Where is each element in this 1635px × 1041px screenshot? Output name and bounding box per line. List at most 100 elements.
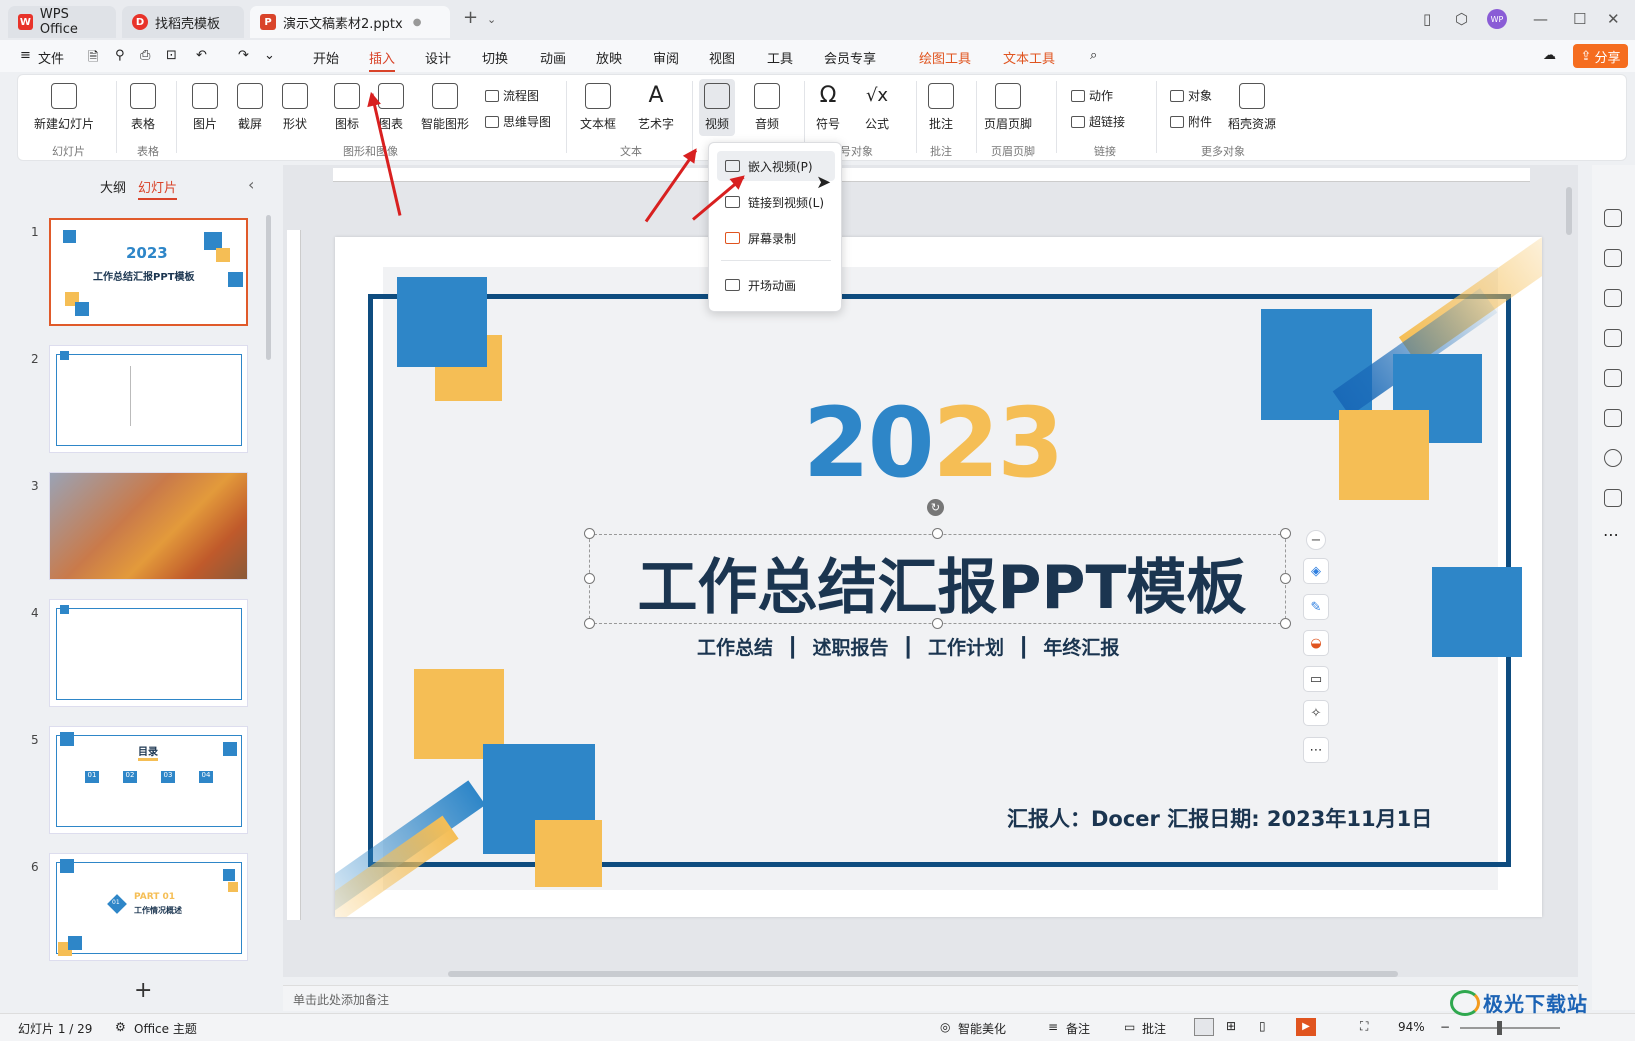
comment-status-button[interactable]: 批注 [1142, 1020, 1166, 1037]
new-slide-button[interactable]: 新建幻灯片 [34, 83, 94, 132]
panel-scrollbar[interactable] [266, 215, 271, 360]
cloud-icon[interactable]: ☁ [1543, 48, 1556, 63]
maximize-icon[interactable]: ☐ [1573, 10, 1586, 28]
menu-tools[interactable]: 工具 [767, 48, 793, 67]
book-icon[interactable] [1604, 409, 1622, 427]
frame-icon[interactable]: ▭ [1303, 666, 1329, 692]
tab-docer[interactable]: D 找稻壳模板 [122, 6, 244, 38]
menu-drawing-tools[interactable]: 绘图工具 [919, 48, 971, 67]
slide-canvas[interactable]: 2023 ↻ 工作总结汇报PPT模板 工作总结 ┃ 述职报告 ┃ 工作计划 ┃ 年终汇报 汇… [335, 237, 1542, 917]
resize-handle[interactable] [584, 618, 595, 629]
object-button[interactable]: 对象 [1170, 87, 1212, 104]
mindmap-button[interactable]: 思维导图 [485, 113, 551, 130]
zoom-out-icon[interactable]: − [1440, 1020, 1450, 1034]
print-icon[interactable]: ⎙ [140, 48, 150, 63]
resize-handle[interactable] [1280, 528, 1291, 539]
table-button[interactable]: 表格 [130, 83, 156, 132]
comment-button[interactable]: 批注 [928, 83, 954, 132]
more-options-icon[interactable]: ⋯ [1303, 737, 1329, 763]
tab-wps-office[interactable]: W WPS Office [8, 6, 116, 38]
slide-thumbnail-1[interactable]: 2023 工作总结汇报PPT模板 [49, 218, 248, 326]
hamburger-icon[interactable]: ≡ [20, 48, 31, 63]
vertical-scrollbar[interactable] [1566, 187, 1572, 235]
grid-view-icon[interactable]: ⊞ [1226, 1019, 1236, 1033]
smart-shape-button[interactable]: 智能图形 [421, 83, 469, 132]
help-icon[interactable] [1604, 449, 1622, 467]
wordart-button[interactable]: A 艺术字 [638, 83, 674, 132]
zoom-slider[interactable] [1460, 1027, 1560, 1029]
more-quick-icon[interactable]: ⌄ [264, 48, 275, 63]
minimize-icon[interactable]: — [1533, 10, 1548, 28]
smart-beautify-button[interactable]: 智能美化 [958, 1020, 1006, 1037]
slides-tab[interactable]: 幻灯片 [138, 177, 178, 200]
chart-button[interactable]: 图表 [378, 83, 404, 132]
menu-insert[interactable]: 插入 [369, 48, 396, 72]
outline-tab[interactable]: 大纲 [100, 177, 126, 196]
flowchart-button[interactable]: 流程图 [485, 87, 539, 104]
menu-review[interactable]: 审阅 [653, 48, 679, 67]
shape-button[interactable]: 形状 [282, 83, 308, 132]
tools-icon[interactable] [1604, 369, 1622, 387]
menu-slideshow[interactable]: 放映 [596, 48, 622, 67]
audio-button[interactable]: 音频 [754, 83, 780, 132]
notes-area[interactable]: 单击此处添加备注 [283, 985, 1578, 1011]
slide-title[interactable]: 工作总结汇报PPT模板 [597, 539, 1287, 626]
slide-thumbnail-2[interactable] [49, 345, 248, 453]
add-slide-button[interactable]: + [134, 978, 152, 1003]
search-icon[interactable]: ⌕ [1090, 48, 1097, 63]
more-icon[interactable]: ⋯ [1603, 525, 1619, 544]
resize-handle[interactable] [584, 573, 595, 584]
tab-list-icon[interactable]: ⌄ [487, 13, 496, 26]
menu-member[interactable]: 会员专享 [824, 48, 876, 67]
play-icon[interactable]: ▶ [1296, 1018, 1316, 1036]
share-button[interactable]: ⇪ 分享 [1573, 44, 1628, 68]
attachment-button[interactable]: 附件 [1170, 113, 1212, 130]
notes-button[interactable]: 备注 [1066, 1020, 1090, 1037]
close-tab-icon[interactable]: ● [413, 17, 422, 28]
preview-icon[interactable]: ⊡ [166, 48, 177, 63]
symbol-button[interactable]: Ω 符号 [815, 83, 841, 132]
star-icon[interactable] [1604, 249, 1622, 267]
screenshot-button[interactable]: 截屏 [237, 83, 263, 132]
menu-design[interactable]: 设计 [425, 48, 451, 67]
resize-handle[interactable] [932, 528, 943, 539]
menu-animation[interactable]: 动画 [540, 48, 566, 67]
horizontal-scrollbar[interactable] [448, 971, 1398, 977]
copy-icon[interactable] [1604, 289, 1622, 307]
undo-icon[interactable]: ↶ [196, 48, 207, 63]
menu-home[interactable]: 开始 [313, 48, 339, 67]
reading-view-icon[interactable]: ▯ [1259, 1019, 1266, 1033]
video-button[interactable]: 视频 [699, 79, 735, 136]
new-tab-button[interactable]: + [463, 7, 478, 28]
menu-transition[interactable]: 切换 [482, 48, 508, 67]
picture-button[interactable]: 图片 [192, 83, 218, 132]
shirt-icon[interactable] [1604, 489, 1622, 507]
share-link-icon[interactable]: ⚲ [115, 48, 125, 63]
formula-button[interactable]: √x 公式 [864, 83, 890, 132]
tab-document[interactable]: P 演示文稿素材2.pptx ● [250, 6, 450, 38]
docer-resources-button[interactable]: 稻壳资源 [1228, 83, 1276, 132]
slide-thumbnail-4[interactable] [49, 599, 248, 707]
icon-button[interactable]: 图标 [334, 83, 360, 132]
close-icon[interactable]: ✕ [1607, 10, 1620, 28]
zoom-level[interactable]: 94% [1398, 1020, 1425, 1034]
opening-animation-item[interactable]: 开场动画 [717, 270, 835, 300]
magic-icon[interactable]: ✧ [1303, 700, 1329, 726]
brush-icon[interactable]: ✎ [1303, 594, 1329, 620]
layers-icon[interactable]: ◈ [1303, 558, 1329, 584]
slide-thumbnail-5[interactable]: 目录 01 02 03 04 [49, 726, 248, 834]
adjust-icon[interactable] [1604, 209, 1622, 227]
hyperlink-button[interactable]: 超链接 [1071, 113, 1125, 130]
fill-icon[interactable]: ◒ [1303, 630, 1329, 656]
menu-view[interactable]: 视图 [709, 48, 735, 67]
collapse-toolbar-icon[interactable]: − [1306, 530, 1326, 550]
slide-thumbnail-6[interactable]: 01 PART 01 工作情况概述 [49, 853, 248, 961]
menu-text-tools[interactable]: 文本工具 [1003, 48, 1055, 67]
menu-file[interactable]: 文件 [38, 48, 64, 67]
resize-handle[interactable] [584, 528, 595, 539]
theme-name[interactable]: Office 主题 [134, 1020, 197, 1037]
fit-icon[interactable]: ⛶ [1360, 1019, 1368, 1034]
layout-icon[interactable]: ▯ [1423, 10, 1431, 28]
save-icon[interactable]: 🗎 [88, 48, 98, 70]
image-edit-icon[interactable] [1604, 329, 1622, 347]
